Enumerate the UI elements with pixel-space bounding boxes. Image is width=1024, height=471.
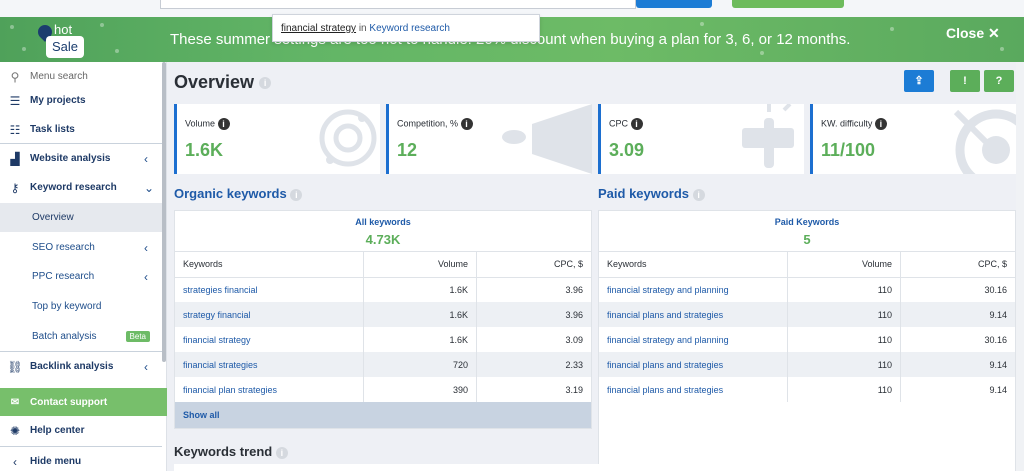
table-row: financial strategy and planning 110 30.1…	[599, 277, 1015, 302]
chevron-left-icon: ‹	[144, 359, 148, 374]
page-scrollbar[interactable]	[1016, 62, 1024, 471]
table-row: financial plans and strategies 110 9.14	[599, 352, 1015, 377]
hot-sale-logo: hot Sale	[35, 19, 90, 61]
suggestion-in: in	[358, 23, 367, 34]
paid-keywords-count: 5	[803, 232, 811, 247]
sidebar-item-tasks[interactable]: ☷ Task lists	[0, 115, 162, 144]
organic-keywords-title: Organic keywords i	[174, 186, 303, 201]
sidebar-item-projects[interactable]: ☰ My projects	[0, 86, 162, 115]
sidebar-item-batch-analysis[interactable]: Batch analysis Beta	[0, 322, 162, 351]
cpc-card: CPC i 3.09	[598, 104, 804, 174]
lightbulb-icon: ✺	[9, 423, 21, 438]
export-button[interactable]: ⇪	[904, 70, 934, 92]
paid-keywords-link[interactable]: Paid Keywords	[599, 211, 1015, 227]
sidebar-item-ppc-research[interactable]: PPC research ‹	[0, 262, 162, 291]
table-row: financial plans and strategies 110 9.14	[599, 302, 1015, 327]
competition-value: 12	[397, 140, 418, 160]
show-all-button[interactable]: Show all	[175, 402, 591, 428]
key-icon: ⚷	[10, 180, 20, 195]
table-header: Keywords Volume CPC, $	[599, 252, 1015, 278]
paid-keywords-panel: Paid Keywords 5 Keywords Volume CPC, $ f…	[598, 210, 1016, 471]
report-issue-button[interactable]: !	[950, 70, 980, 92]
link-icon: ⛓	[7, 359, 23, 374]
help-center-link[interactable]: ✺ Help center	[0, 416, 162, 445]
search-icon: ⚲	[10, 69, 20, 84]
table-row: financial plans and strategies 110 9.14	[599, 377, 1015, 402]
organic-keywords-panel: All keywords 4.73K Keywords Volume CPC, …	[174, 210, 592, 429]
target-icon	[953, 109, 1016, 174]
keywords-trend-title: Keywords trend i	[174, 444, 288, 459]
volume-card: Volume i 1.6K	[174, 104, 380, 174]
chevron-left-icon: ‹	[144, 240, 148, 255]
info-icon[interactable]: i	[874, 118, 887, 130]
page-title: Overview i	[174, 72, 272, 93]
kw-difficulty-value: 11/100	[821, 140, 876, 160]
chevron-down-icon: ⌄	[144, 180, 155, 195]
menu-icon: ☰	[9, 93, 21, 108]
paid-keywords-table: Keywords Volume CPC, $ financial strateg…	[599, 252, 1015, 402]
info-icon[interactable]: i	[692, 188, 705, 201]
info-icon[interactable]: i	[460, 118, 473, 130]
chart-icon: ▟	[10, 151, 20, 166]
fish-icon	[502, 104, 592, 174]
sidebar-item-backlink-analysis[interactable]: ⛓ Backlink analysis ‹	[0, 352, 162, 381]
paid-keywords-title: Paid keywords i	[598, 186, 705, 201]
competition-card: Competition, % i 12	[386, 104, 592, 174]
sidebar-item-overview[interactable]: Overview	[0, 203, 162, 232]
chat-icon: ✉	[10, 396, 20, 408]
sidebar: ⚲ Menu search ☰ My projects ☷ Task lists…	[0, 62, 167, 471]
sidebar-item-seo-research[interactable]: SEO research ‹	[0, 233, 162, 262]
beta-badge: Beta	[125, 331, 150, 342]
chevron-left-icon: ‹	[144, 269, 148, 284]
info-icon[interactable]: i	[290, 188, 303, 201]
keyword-search-input[interactable]	[160, 0, 636, 9]
search-button[interactable]	[636, 0, 712, 8]
info-icon[interactable]: i	[217, 118, 230, 130]
main-content: Overview i ⇪ ! ? Volume i 1.6K Competiti…	[167, 62, 1024, 471]
table-header: Keywords Volume CPC, $	[175, 252, 591, 278]
competition-label: Competition, %	[397, 118, 459, 129]
click-icon	[742, 104, 794, 168]
planet-icon	[319, 109, 377, 167]
help-button[interactable]: ?	[984, 70, 1014, 92]
sidebar-scrollbar[interactable]	[162, 62, 166, 362]
kw-difficulty-label: KW. difficulty	[821, 118, 873, 129]
upgrade-button[interactable]	[732, 0, 844, 8]
sidebar-item-top-by-keyword[interactable]: Top by keyword	[0, 292, 162, 321]
suggestion-scope[interactable]: Keyword research	[369, 23, 450, 34]
cpc-label: CPC	[609, 118, 629, 129]
table-row: strategy financial 1.6K 3.96	[175, 302, 591, 327]
kw-difficulty-card: KW. difficulty i 11/100	[810, 104, 1016, 174]
cpc-value: 3.09	[609, 140, 645, 160]
table-row: strategies financial 1.6K 3.96	[175, 277, 591, 302]
info-icon[interactable]: i	[630, 118, 643, 130]
keywords-trend-panel	[174, 464, 1014, 471]
suggestion-query[interactable]: financial strategy	[281, 23, 356, 34]
table-row: financial strategy 1.6K 3.09	[175, 327, 591, 352]
volume-label: Volume	[185, 118, 216, 129]
sidebar-item-website-analysis[interactable]: ▟ Website analysis ‹	[0, 144, 162, 173]
info-icon[interactable]: i	[259, 77, 272, 90]
hide-menu-button[interactable]: ‹ Hide menu	[0, 447, 162, 471]
search-suggestion[interactable]: financial strategy in Keyword research	[272, 14, 540, 42]
organic-keywords-table: Keywords Volume CPC, $ strategies financ…	[175, 252, 591, 402]
all-keywords-count: 4.73K	[365, 232, 401, 247]
all-keywords-link[interactable]: All keywords	[175, 211, 591, 227]
close-banner-button[interactable]: Close ✕	[946, 25, 1000, 42]
table-row: financial strategies 720 2.33	[175, 352, 591, 377]
contact-support-button[interactable]: ✉ Contact support	[0, 388, 167, 416]
info-icon[interactable]: i	[275, 446, 288, 459]
chevron-left-icon: ‹	[144, 151, 148, 166]
volume-value: 1.6K	[185, 140, 224, 160]
list-icon: ☷	[9, 122, 21, 137]
chevron-left-icon: ‹	[13, 454, 17, 469]
table-row: financial strategy and planning 110 30.1…	[599, 327, 1015, 352]
sidebar-item-keyword-research[interactable]: ⚷ Keyword research ⌄	[0, 173, 162, 202]
table-row: financial plan strategies 390 3.19	[175, 377, 591, 402]
